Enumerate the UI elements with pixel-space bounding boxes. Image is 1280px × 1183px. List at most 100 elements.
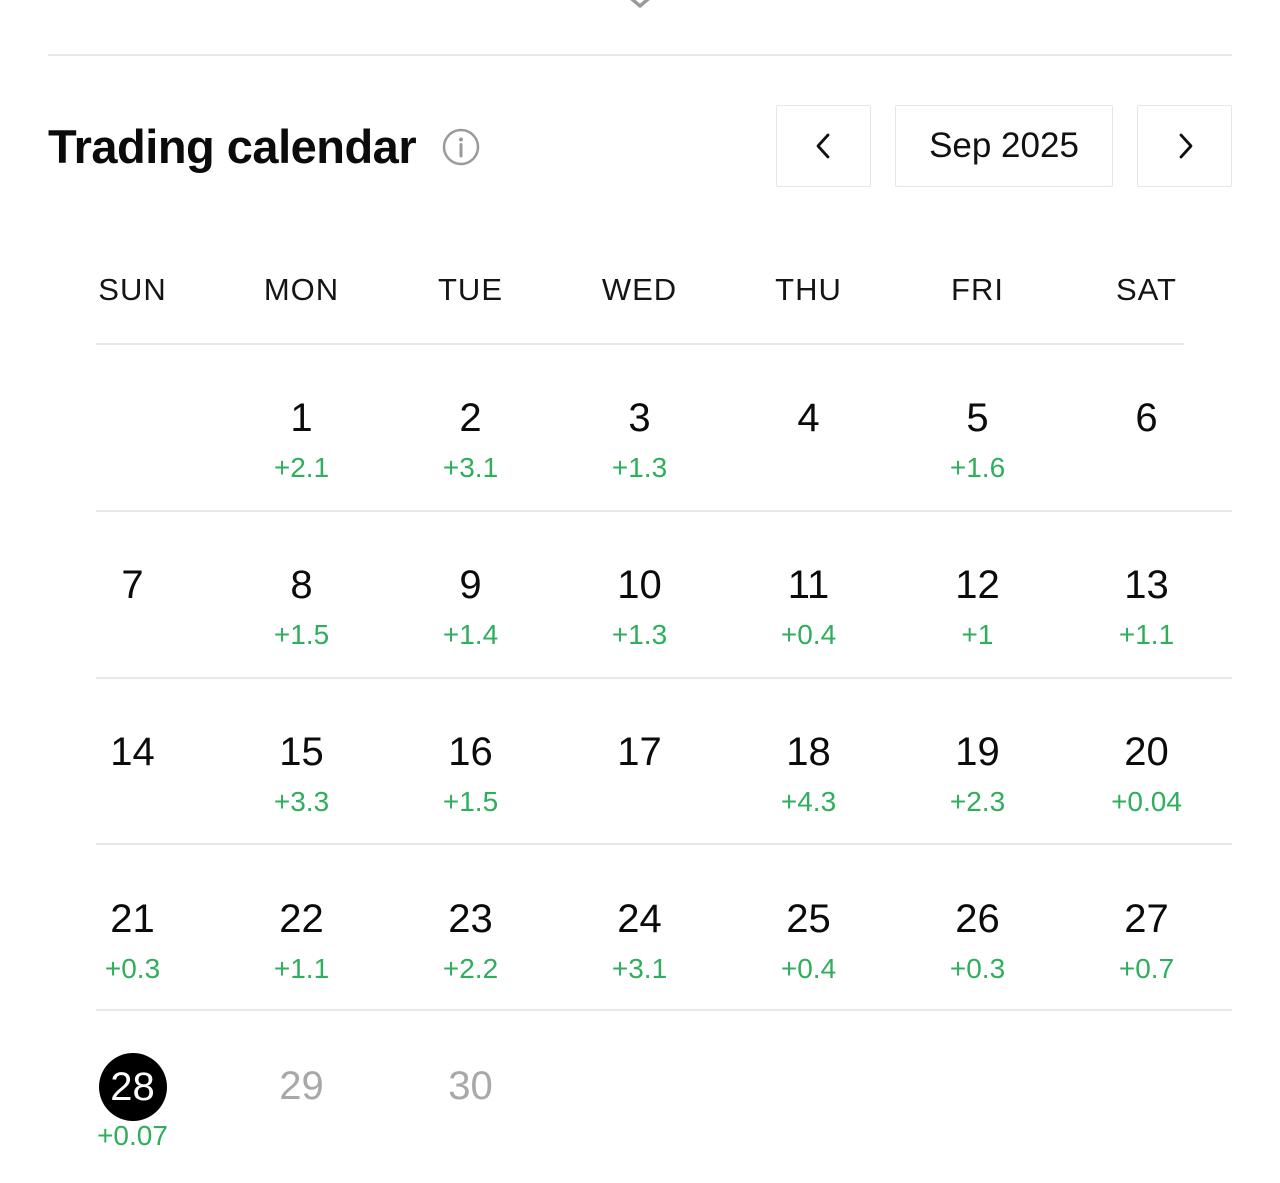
calendar-day-20[interactable]: 20 +0.04 (1062, 727, 1231, 847)
day-number: 11 (787, 563, 830, 607)
day-number: 19 (955, 730, 1000, 774)
day-number: 14 (110, 730, 155, 774)
day-number: 23 (448, 897, 493, 941)
calendar-day-3[interactable]: 3 +1.3 (555, 393, 724, 513)
weekday-tue: TUE (438, 272, 503, 307)
weekday-header: SUN MON TUE WED THU FRI SAT (48, 268, 1232, 312)
calendar-day-2[interactable]: 2 +3.1 (386, 393, 555, 513)
calendar-day-28[interactable]: 28 +0.07 (48, 1053, 217, 1181)
calendar-day-24[interactable]: 24 +3.1 (555, 894, 724, 1014)
previous-month-button[interactable] (776, 105, 871, 187)
day-pnl-value: +0.04 (1111, 786, 1182, 817)
weekday-sun: SUN (98, 272, 167, 307)
calendar-day-14[interactable]: 14 (48, 727, 217, 847)
info-icon[interactable] (441, 127, 481, 167)
day-number: 4 (797, 396, 820, 440)
calendar-day-13[interactable]: 13 +1.1 (1062, 560, 1231, 680)
day-number: 27 (1124, 897, 1169, 941)
day-number: 15 (279, 730, 324, 774)
day-pnl-value: +2.2 (442, 953, 499, 984)
day-pnl-value: +3.1 (611, 953, 668, 984)
weekday-mon: MON (263, 272, 340, 307)
day-pnl-value: +1.5 (442, 786, 499, 817)
calendar-day-15[interactable]: 15 +3.3 (217, 727, 386, 847)
day-number: 17 (617, 730, 662, 774)
calendar-day-27[interactable]: 27 +0.7 (1062, 894, 1231, 1014)
day-number: 24 (617, 897, 662, 941)
day-pnl-value: +1.3 (611, 619, 668, 650)
day-number: 3 (628, 396, 651, 440)
calendar-day-26[interactable]: 26 +0.3 (893, 894, 1062, 1014)
calendar-day-18[interactable]: 18 +4.3 (724, 727, 893, 847)
day-number: 5 (966, 396, 989, 440)
day-pnl-value: +4.3 (780, 786, 837, 817)
today-day-number: 28 (98, 1053, 167, 1121)
weekday-fri: FRI (951, 272, 1004, 307)
day-number: 12 (955, 563, 1000, 607)
calendar-day-11[interactable]: 11 +0.4 (724, 560, 893, 680)
day-number: 10 (617, 563, 662, 607)
day-pnl-value: +3.1 (442, 452, 499, 483)
day-pnl-value: +1.3 (611, 452, 668, 483)
calendar-day-16[interactable]: 16 +1.5 (386, 727, 555, 847)
day-number: 9 (459, 563, 482, 607)
calendar-day-30[interactable]: 30 (386, 1061, 555, 1181)
day-pnl-value: +0.7 (1118, 953, 1175, 984)
month-selector-button[interactable]: Sep 2025 (895, 105, 1113, 187)
day-number: 13 (1124, 563, 1169, 607)
calendar-day-22[interactable]: 22 +1.1 (217, 894, 386, 1014)
day-number: 20 (1124, 730, 1169, 774)
calendar-day-6[interactable]: 6 (1062, 393, 1231, 513)
day-number: 18 (786, 730, 831, 774)
day-pnl-value: +1.4 (442, 619, 499, 650)
calendar-day-7[interactable]: 7 (48, 560, 217, 680)
day-number: 29 (279, 1064, 324, 1108)
day-number: 1 (290, 396, 313, 440)
day-pnl-value: +1.5 (273, 619, 330, 650)
calendar-day-12[interactable]: 12 +1 (893, 560, 1062, 680)
weekday-sat: SAT (1116, 272, 1177, 307)
calendar-day-25[interactable]: 25 +0.4 (724, 894, 893, 1014)
day-pnl-value: +0.07 (97, 1120, 168, 1151)
day-pnl-value: +1 (961, 619, 994, 650)
calendar-day-9[interactable]: 9 +1.4 (386, 560, 555, 680)
top-divider (48, 54, 1232, 56)
day-pnl-value: +0.4 (780, 953, 837, 984)
row-divider (96, 343, 1184, 345)
calendar-day-1[interactable]: 1 +2.1 (217, 393, 386, 513)
calendar-day-4[interactable]: 4 (724, 393, 893, 513)
calendar-day-21[interactable]: 21 +0.3 (48, 894, 217, 1014)
calendar-day-19[interactable]: 19 +2.3 (893, 727, 1062, 847)
day-number: 16 (448, 730, 493, 774)
day-number: 25 (786, 897, 831, 941)
page-title: Trading calendar (48, 120, 417, 173)
day-pnl-value: +1.1 (273, 953, 330, 984)
calendar-day-17[interactable]: 17 (555, 727, 724, 847)
day-number: 7 (121, 563, 144, 607)
calendar-day-8[interactable]: 8 +1.5 (217, 560, 386, 680)
calendar-day-5[interactable]: 5 +1.6 (893, 393, 1062, 513)
calendar-day-23[interactable]: 23 +2.2 (386, 894, 555, 1014)
calendar-day-29[interactable]: 29 (217, 1061, 386, 1181)
day-number: 30 (448, 1064, 493, 1108)
day-number: 26 (955, 897, 1000, 941)
weekday-wed: WED (601, 272, 678, 307)
day-pnl-value: +0.3 (949, 953, 1006, 984)
calendar-day-10[interactable]: 10 +1.3 (555, 560, 724, 680)
day-pnl-value: +1.1 (1118, 619, 1175, 650)
day-number: 8 (290, 563, 313, 607)
day-pnl-value: +2.1 (273, 452, 330, 483)
weekday-thu: THU (775, 272, 842, 307)
day-pnl-value: +2.3 (949, 786, 1006, 817)
chevron-left-icon (816, 133, 829, 159)
day-pnl-value: +1.6 (949, 452, 1006, 483)
next-month-button[interactable] (1137, 105, 1232, 187)
chevron-down-icon[interactable] (622, 0, 658, 16)
day-number: 21 (110, 897, 155, 941)
day-number: 22 (279, 897, 324, 941)
day-pnl-value: +0.4 (780, 619, 837, 650)
chevron-right-icon (1179, 133, 1192, 159)
day-pnl-value: +0.3 (104, 953, 161, 984)
day-number: 2 (459, 396, 482, 440)
day-number: 6 (1135, 396, 1158, 440)
